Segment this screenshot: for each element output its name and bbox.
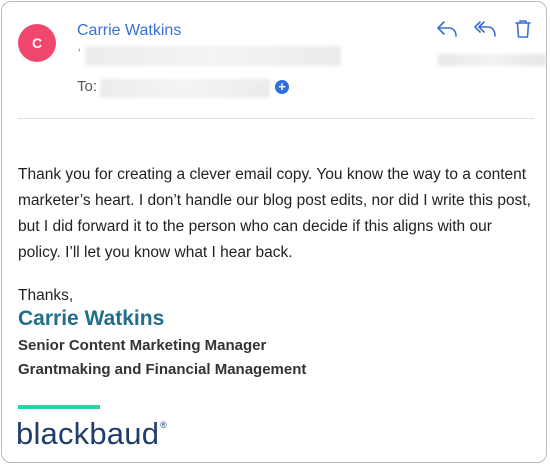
blackbaud-logo: blackbaud® [16, 416, 167, 452]
to-label: To: [77, 78, 98, 95]
sender-email-redacted [85, 46, 341, 66]
sender-email-prefix: ‘ [78, 46, 81, 60]
reply-button[interactable] [434, 16, 460, 42]
message-body: Thank you for creating a clever email co… [18, 166, 531, 261]
signature-title: Senior Content Marketing Manager [18, 337, 267, 354]
sender-name[interactable]: Carrie Watkins [77, 22, 181, 40]
recipient-redacted [100, 79, 270, 98]
delete-button[interactable] [510, 16, 536, 42]
signature-closing: Thanks, [18, 287, 74, 304]
logo-text: blackbaud [16, 416, 160, 451]
signature-department: Grantmaking and Financial Management [18, 361, 307, 378]
avatar-initial: C [31, 35, 43, 51]
trademark-mark: ® [160, 420, 167, 430]
signature-name: Carrie Watkins [18, 307, 165, 330]
sender-avatar: C [18, 24, 56, 62]
reply-all-button[interactable] [472, 16, 498, 42]
reply-all-icon [474, 21, 496, 37]
trash-icon [515, 20, 531, 38]
logo-accent-bar [18, 405, 100, 409]
reply-icon [437, 21, 457, 37]
email-card: C Carrie Watkins ‘ To: + Thank you for c… [1, 1, 547, 463]
plus-circle-icon[interactable]: + [275, 80, 289, 94]
timestamp-redacted [438, 54, 546, 66]
message-actions [434, 16, 536, 42]
header-divider [18, 118, 534, 119]
